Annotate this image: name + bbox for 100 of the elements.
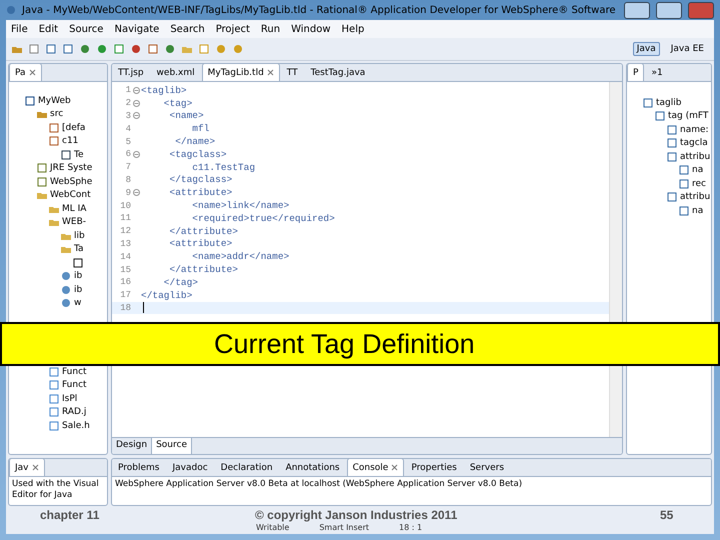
menu-item[interactable]: Search bbox=[170, 24, 205, 34]
tree-item[interactable]: WEB- bbox=[62, 217, 86, 228]
line-number: 12 bbox=[119, 226, 131, 236]
tree-item[interactable]: ib bbox=[74, 271, 82, 282]
code-line: </attribute> bbox=[168, 264, 238, 276]
view-tab[interactable]: P bbox=[627, 64, 644, 81]
perspective-button[interactable]: Java EE bbox=[666, 42, 708, 56]
view-tab[interactable]: Problems bbox=[112, 459, 166, 476]
view-tab[interactable]: Pa bbox=[9, 64, 42, 81]
code-line: </tagclass> bbox=[168, 174, 232, 186]
tree-item[interactable]: WebCont bbox=[50, 190, 91, 200]
tree-item[interactable]: Sale.h bbox=[62, 420, 90, 431]
view-tab[interactable]: Console bbox=[346, 459, 404, 476]
tree-item[interactable]: taglib bbox=[656, 98, 682, 108]
menu-item[interactable]: Navigate bbox=[114, 24, 160, 34]
status-text: Writable bbox=[256, 523, 290, 532]
view-tab[interactable]: Properties bbox=[405, 459, 463, 476]
line-number: 17 bbox=[119, 290, 131, 300]
tree-item[interactable]: tagcla bbox=[680, 138, 708, 148]
folder-icon bbox=[182, 44, 192, 54]
menu-item[interactable]: Window bbox=[291, 24, 331, 34]
editor-tab[interactable]: web.xml bbox=[150, 64, 201, 81]
editor-tab[interactable]: MyTagLib.tld bbox=[202, 64, 280, 81]
tree-item[interactable]: tag (mFT bbox=[668, 111, 708, 122]
tree-item[interactable]: c11 bbox=[62, 136, 78, 146]
mode-tab[interactable]: Source bbox=[152, 438, 192, 454]
fold-icon[interactable] bbox=[132, 100, 140, 107]
editor-tab[interactable]: TT.jsp bbox=[112, 64, 150, 81]
view-tab[interactable]: Annotations bbox=[280, 459, 346, 476]
line-number: 2 bbox=[124, 98, 131, 108]
menu-item[interactable]: Source bbox=[69, 24, 104, 34]
tree-item[interactable]: na bbox=[692, 165, 704, 176]
window-title: Java - MyWeb/WebContent/WEB-INF/TagLibs/MyTagLib.tld - Rational® Application Developer for WebSphere® Software bbox=[22, 4, 617, 16]
tree-item[interactable]: MyWeb bbox=[38, 96, 71, 106]
code-line: </name> bbox=[174, 136, 216, 148]
tree-item[interactable]: w bbox=[74, 298, 82, 308]
line-number: 4 bbox=[124, 124, 131, 134]
fold-icon[interactable] bbox=[132, 150, 140, 158]
line-number: 16 bbox=[119, 277, 131, 288]
minimize-button[interactable] bbox=[624, 2, 650, 18]
close-icon[interactable] bbox=[266, 69, 274, 76]
tree-item[interactable]: RAD.j bbox=[62, 407, 86, 418]
view-tab[interactable]: Servers bbox=[464, 459, 510, 476]
tree-item[interactable]: name: bbox=[680, 124, 709, 135]
line-number: 3 bbox=[124, 110, 131, 121]
menu-item[interactable]: Project bbox=[216, 24, 250, 34]
chapter-label: chapter 11 bbox=[40, 508, 100, 522]
tree-item[interactable]: attribu bbox=[680, 192, 710, 202]
tree-item[interactable]: ML IA bbox=[62, 204, 86, 214]
code-line: <taglib> bbox=[141, 84, 187, 96]
text-caret bbox=[143, 302, 144, 314]
line-number: 8 bbox=[124, 174, 131, 185]
close-icon[interactable] bbox=[391, 464, 398, 471]
close-icon[interactable] bbox=[32, 464, 38, 471]
fold-icon[interactable] bbox=[132, 86, 140, 94]
line-number: 1 bbox=[124, 85, 131, 96]
menu-item[interactable]: Help bbox=[342, 24, 364, 34]
tree-item[interactable]: attribu bbox=[680, 152, 710, 162]
code-line: <name> bbox=[168, 110, 204, 122]
view-tab[interactable]: Declaration bbox=[214, 459, 279, 476]
code-line: <attribute> bbox=[168, 238, 232, 250]
fold-icon[interactable] bbox=[132, 112, 140, 120]
line-number: 18 bbox=[119, 302, 131, 313]
line-number: 10 bbox=[119, 200, 131, 211]
folder-icon bbox=[37, 190, 47, 200]
tree-item[interactable]: ib bbox=[74, 284, 82, 295]
tree-item[interactable]: [defa bbox=[62, 122, 86, 133]
tree-item[interactable]: lib bbox=[74, 230, 85, 241]
menu-item[interactable]: Run bbox=[260, 24, 280, 34]
view-tab[interactable]: Jav bbox=[9, 459, 44, 476]
perspective-button[interactable]: Java bbox=[632, 42, 660, 56]
line-number: 14 bbox=[119, 252, 131, 262]
status-text: 18 : 1 bbox=[399, 523, 422, 532]
maximize-button[interactable] bbox=[656, 2, 682, 18]
view-tab[interactable]: Javadoc bbox=[166, 459, 214, 476]
editor-tab[interactable]: TT bbox=[280, 64, 304, 81]
tree-item[interactable]: IsPl bbox=[62, 394, 78, 404]
view-description: Used with the Visual Editor for Java bbox=[11, 478, 100, 502]
editor-tab[interactable]: TestTag.java bbox=[304, 64, 372, 81]
fold-icon[interactable] bbox=[132, 189, 140, 196]
close-icon[interactable] bbox=[28, 69, 36, 76]
close-button[interactable] bbox=[688, 2, 714, 18]
tree-item[interactable]: Funct bbox=[62, 366, 87, 377]
tree-item[interactable]: rec bbox=[692, 178, 706, 189]
tree-item[interactable]: Ta bbox=[74, 244, 84, 254]
tree-item[interactable]: WebSphe bbox=[50, 176, 92, 187]
menu-item[interactable]: File bbox=[11, 24, 28, 34]
overflow-tab[interactable]: »1 bbox=[645, 64, 669, 81]
folder-icon bbox=[49, 217, 59, 228]
tree-item[interactable]: JRE Syste bbox=[50, 163, 92, 174]
status-text: Smart Insert bbox=[319, 523, 370, 532]
code-line: </attribute> bbox=[168, 226, 238, 237]
line-number: 7 bbox=[124, 162, 131, 172]
folder-icon bbox=[37, 109, 47, 120]
code-line: </taglib> bbox=[141, 290, 192, 301]
tree-item[interactable]: src bbox=[50, 109, 64, 120]
menu-item[interactable]: Edit bbox=[38, 24, 58, 34]
tree-item[interactable]: Funct bbox=[62, 380, 87, 390]
tree-item[interactable]: Te bbox=[74, 150, 84, 160]
tree-item[interactable]: na bbox=[692, 206, 704, 216]
